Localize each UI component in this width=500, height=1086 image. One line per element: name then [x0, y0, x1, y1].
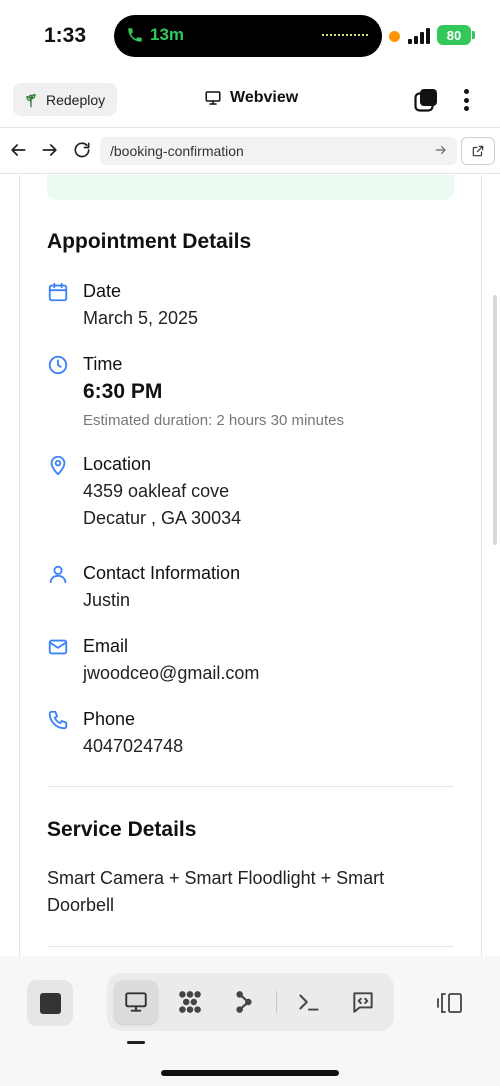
location-label: Location — [83, 454, 152, 474]
split-view-icon[interactable] — [436, 991, 464, 1015]
more-options-icon[interactable] — [458, 87, 474, 113]
calendar-icon — [48, 282, 68, 302]
monitor-icon — [205, 91, 221, 105]
contact-label: Contact Information — [83, 563, 241, 583]
stop-button[interactable] — [27, 980, 73, 1026]
stack-icon[interactable] — [414, 88, 438, 112]
flow-tool-button[interactable] — [222, 980, 266, 1024]
toolbar-separator — [276, 991, 277, 1013]
service-details-title: Service Details — [47, 818, 197, 841]
webview-content[interactable]: Appointment Details Date March 5, 2025 T… — [0, 175, 500, 956]
battery-level: 80 — [446, 27, 462, 43]
recording-dot — [389, 31, 400, 42]
contact-value: Justin — [83, 590, 131, 610]
map-pin-icon — [50, 455, 66, 476]
appointment-details-title: Appointment Details — [47, 230, 252, 253]
scrollbar[interactable] — [493, 295, 497, 545]
service-description: Smart Camera + Smart Floodlight + Smart … — [47, 868, 385, 915]
duration-text: Estimated duration: 2 hours 30 minutes — [83, 412, 344, 429]
time-label: Time — [83, 354, 123, 374]
status-bar: 1:33 13m 80 — [0, 0, 500, 72]
dynamic-island[interactable]: 13m — [114, 15, 382, 57]
reload-icon[interactable] — [72, 140, 92, 160]
contact-detail: Contact Information Justin — [47, 559, 457, 619]
time-detail: Time 6:30 PM Estimated duration: 2 hours… — [47, 350, 457, 435]
section-divider-bottom — [47, 946, 454, 947]
external-link-icon — [472, 145, 484, 157]
phone-value[interactable]: 4047024748 — [83, 736, 183, 757]
tool-group — [107, 973, 394, 1031]
redeploy-button[interactable]: Redeploy — [13, 83, 118, 116]
code-tool-button[interactable] — [341, 980, 385, 1024]
call-duration: 13m — [150, 25, 185, 44]
phone-icon — [128, 28, 142, 42]
phone-label: Phone — [83, 709, 136, 729]
grid-icon — [179, 991, 201, 1013]
phone-outline-icon — [48, 710, 68, 730]
active-tab-indicator — [127, 1041, 145, 1044]
url-bar: /booking-confirmation — [0, 130, 500, 174]
status-time: 1:33 — [44, 24, 87, 47]
plant-icon — [26, 93, 36, 107]
back-icon[interactable] — [8, 140, 28, 160]
terminal-icon — [299, 994, 319, 1011]
flow-icon — [236, 991, 252, 1013]
mail-icon — [48, 639, 68, 655]
monitor-icon — [125, 992, 147, 1012]
app-bar: Redeploy Webview — [0, 78, 500, 128]
call-indicator: 13m — [126, 25, 184, 45]
location-line2: Decatur , GA 30034 — [83, 508, 242, 528]
date-label: Date — [83, 281, 122, 301]
go-arrow-icon[interactable] — [434, 143, 448, 157]
email-label: Email — [83, 636, 129, 656]
terminal-tool-button[interactable] — [287, 980, 331, 1024]
app-title: Webview — [204, 89, 298, 107]
phone-detail: Phone 4047024748 — [47, 705, 457, 765]
success-banner — [47, 175, 454, 200]
section-divider — [47, 786, 454, 787]
code-icon — [353, 992, 373, 1013]
signal-icon — [408, 28, 430, 44]
url-input[interactable]: /booking-confirmation — [100, 137, 457, 165]
date-value: March 5, 2025 — [83, 308, 199, 328]
clock-icon — [48, 355, 68, 375]
forward-icon[interactable] — [40, 140, 60, 160]
bottom-toolbar — [0, 956, 500, 1086]
open-external-button[interactable] — [461, 137, 495, 165]
location-line1: 4359 oakleaf cove — [83, 481, 230, 501]
time-value: 6:30 PM — [83, 380, 163, 403]
date-detail: Date March 5, 2025 — [47, 277, 457, 337]
location-detail: Location 4359 oakleaf cove Decatur , GA … — [47, 450, 457, 540]
email-value[interactable]: jwoodceo@gmail.com — [83, 663, 259, 684]
home-indicator[interactable] — [161, 1070, 339, 1076]
user-icon — [49, 565, 67, 584]
grid-tool-button[interactable] — [168, 980, 212, 1024]
stop-icon — [39, 992, 61, 1014]
battery-icon: 80 — [437, 25, 475, 45]
audio-wave — [322, 34, 368, 38]
webview-tool-button[interactable] — [114, 980, 158, 1024]
redeploy-label: Redeploy — [46, 91, 106, 108]
email-detail: Email jwoodceo@gmail.com — [47, 632, 457, 692]
app-title-text: Webview — [230, 89, 299, 106]
